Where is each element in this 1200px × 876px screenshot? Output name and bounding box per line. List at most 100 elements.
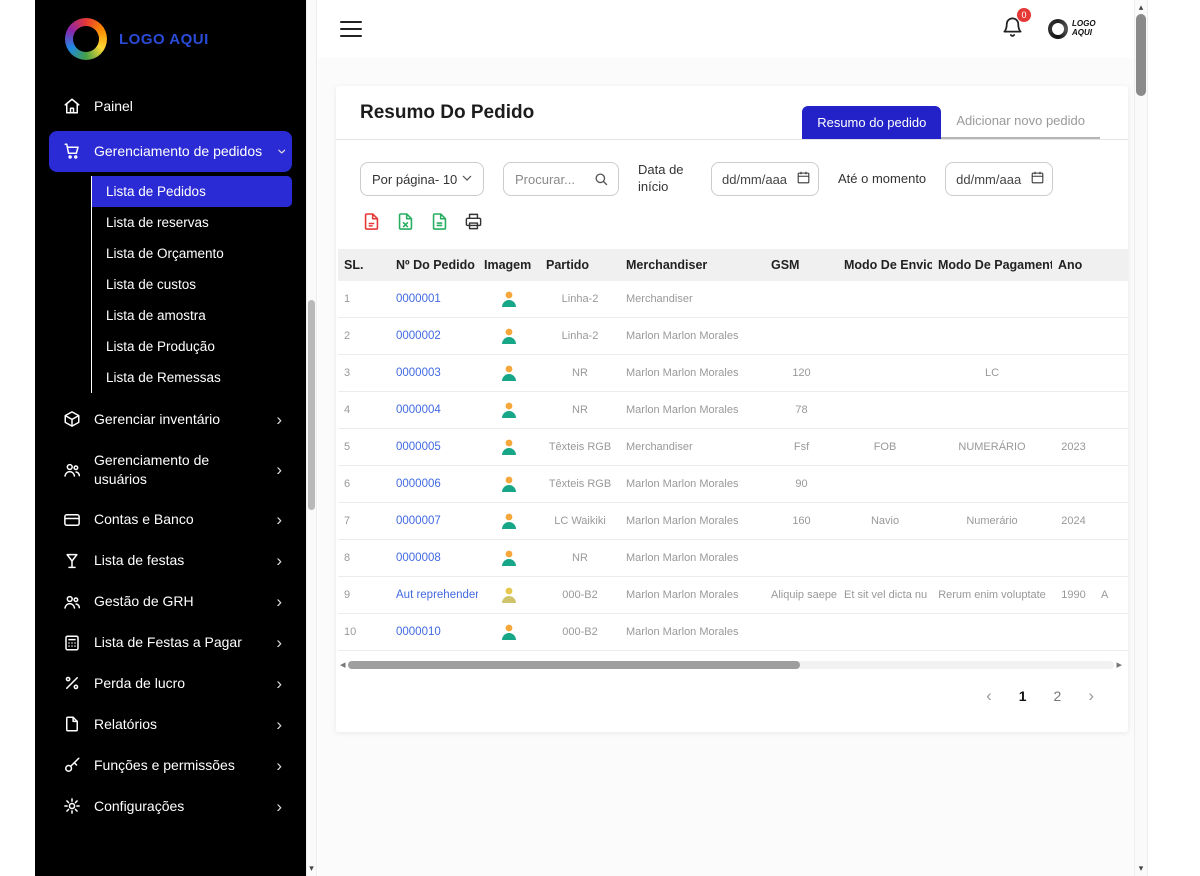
order-link[interactable]: 0000010 — [396, 626, 441, 638]
order-link[interactable]: Aut reprehenderit ve — [396, 589, 478, 601]
sidebar-subitem[interactable]: Lista de reservas — [92, 207, 292, 238]
cell-image — [478, 429, 540, 466]
sidebar-logo[interactable]: LOGO AQUI — [35, 0, 306, 80]
sidebar-item-gerenciamento-de-pedidos[interactable]: Gerenciamento de pedidos› — [49, 131, 292, 172]
export-toolbar — [336, 196, 1128, 247]
sidebar-item-lista-de-festas-a-pagar[interactable]: Lista de Festas a Pagar› — [49, 622, 292, 663]
roles-icon — [63, 756, 81, 774]
horizontal-scrollbar[interactable]: ◂ ▸ — [338, 659, 1124, 671]
end-date-input[interactable]: dd/mm/aaa — [945, 162, 1053, 196]
export-csv-button[interactable] — [428, 213, 450, 235]
sidebar-subitem[interactable]: Lista de amostra — [92, 300, 292, 331]
tab-resumo-do-pedido[interactable]: Resumo do pedido — [802, 106, 941, 139]
sidebar-item-label: Relatórios — [94, 715, 263, 734]
next-page-button[interactable]: › — [1088, 687, 1094, 704]
brand-logo[interactable]: LOGO AQUI — [1048, 19, 1114, 39]
cell-image — [478, 281, 540, 318]
menu-toggle-button[interactable] — [336, 17, 366, 41]
sidebar-item-perda-de-lucro[interactable]: Perda de lucro› — [49, 663, 292, 704]
sidebar-item-configuracoes[interactable]: Configurações› — [49, 786, 292, 827]
cell-modo-pagamento — [932, 540, 1052, 577]
sidebar-item-painel[interactable]: Painel — [49, 86, 292, 127]
cell-partido: Têxteis RGB — [540, 429, 620, 466]
bell-icon — [1001, 25, 1024, 42]
order-link[interactable]: 0000003 — [396, 367, 441, 379]
order-link[interactable]: 0000006 — [396, 478, 441, 490]
cell-image — [478, 392, 540, 429]
cell-merchandiser: Merchandiser — [620, 429, 765, 466]
topbar: 0 LOGO AQUI — [318, 0, 1134, 58]
search-input[interactable] — [515, 172, 589, 187]
table-row: 30000003NRMarlon Marlon Morales120LC — [338, 355, 1128, 392]
sidebar-subitem[interactable]: Lista de Produção — [92, 331, 292, 362]
sidebar-subitem[interactable]: Lista de Pedidos — [92, 176, 292, 207]
search-box — [503, 162, 619, 196]
export-excel-button[interactable] — [394, 213, 416, 235]
sidebar-subitem[interactable]: Lista de custos — [92, 269, 292, 300]
order-link[interactable]: 0000008 — [396, 552, 441, 564]
scrollbar-thumb[interactable] — [308, 300, 315, 510]
cell-ano — [1052, 614, 1095, 651]
column-header: Partido — [540, 249, 620, 281]
print-button[interactable] — [462, 213, 484, 235]
export-pdf-button[interactable] — [360, 213, 382, 235]
table-row: 9Aut reprehenderit ve000-B2Marlon Marlon… — [338, 577, 1128, 614]
per-page-select[interactable]: Por página- 10 — [360, 162, 484, 196]
calendar-icon — [1030, 170, 1045, 188]
sidebar-item-funcoes-e-permissoes[interactable]: Funções e permissões› — [49, 745, 292, 786]
order-link[interactable]: 0000002 — [396, 330, 441, 342]
order-link[interactable]: 0000001 — [396, 293, 441, 305]
scroll-down-icon[interactable]: ▾ — [1135, 863, 1147, 874]
scroll-up-icon[interactable]: ▴ — [1135, 2, 1147, 13]
pagination: ‹ 1 2 › — [336, 671, 1128, 704]
scrollbar-thumb[interactable] — [348, 661, 800, 669]
scrollbar-thumb[interactable] — [1136, 14, 1146, 96]
cell-extra — [1095, 281, 1128, 318]
cell-order-no: 0000007 — [390, 503, 478, 540]
page-2-button[interactable]: 2 — [1054, 688, 1062, 704]
tab-adicionar-novo-pedido[interactable]: Adicionar novo pedido — [941, 104, 1100, 139]
cell-ano — [1052, 540, 1095, 577]
sidebar-item-label: Perda de lucro — [94, 674, 263, 693]
order-link[interactable]: 0000004 — [396, 404, 441, 416]
cell-order-no: 0000008 — [390, 540, 478, 577]
scroll-down-icon[interactable]: ▾ — [307, 863, 316, 874]
avatar-icon — [499, 622, 519, 642]
chevron-right-icon: › — [276, 411, 286, 428]
order-link[interactable]: 0000005 — [396, 441, 441, 453]
start-date-input[interactable]: dd/mm/aaa — [711, 162, 819, 196]
sidebar-item-lista-de-festas[interactable]: Lista de festas› — [49, 540, 292, 581]
scroll-right-icon[interactable]: ▸ — [1114, 660, 1124, 671]
sidebar-item-gerenciamento-de-usuarios[interactable]: Gerenciamento de usuários› — [49, 440, 292, 500]
sidebar-item-contas-e-banco[interactable]: Contas e Banco› — [49, 499, 292, 540]
cell-modo-envio — [838, 614, 932, 651]
filters-row: Por página- 10 Data de início dd/mm/aaa … — [336, 140, 1128, 196]
cell-sl: 7 — [338, 503, 390, 540]
scroll-left-icon[interactable]: ◂ — [338, 660, 348, 671]
cell-modo-envio — [838, 281, 932, 318]
sidebar-subitem[interactable]: Lista de Remessas — [92, 362, 292, 393]
avatar-icon — [499, 511, 519, 531]
avatar-icon — [499, 363, 519, 383]
scrollbar-track[interactable] — [348, 661, 1115, 669]
order-link[interactable]: 0000007 — [396, 515, 441, 527]
cell-ano — [1052, 466, 1095, 503]
cell-modo-pagamento: LC — [932, 355, 1052, 392]
printer-icon — [464, 212, 483, 236]
cell-partido: LC Waikiki — [540, 503, 620, 540]
sidebar-item-gestao-de-grh[interactable]: Gestão de GRH› — [49, 581, 292, 622]
sidebar-item-relatorios[interactable]: Relatórios› — [49, 704, 292, 745]
notifications-button[interactable]: 0 — [1001, 15, 1024, 43]
prev-page-button[interactable]: ‹ — [986, 687, 992, 704]
sidebar-subitem[interactable]: Lista de Orçamento — [92, 238, 292, 269]
page-1-button[interactable]: 1 — [1019, 688, 1027, 704]
table-container: SL.Nº Do PedidoImagemPartidoMerchandiser… — [338, 249, 1128, 651]
page-scrollbar[interactable]: ▴ ▾ — [1134, 0, 1148, 876]
sidebar-item-gerenciar-inventario[interactable]: Gerenciar inventário› — [49, 399, 292, 440]
cell-sl: 8 — [338, 540, 390, 577]
sidebar-item-label: Funções e permissões — [94, 756, 263, 775]
home-icon — [63, 97, 81, 115]
avatar-icon — [499, 289, 519, 309]
sidebar-scrollbar[interactable]: ▾ — [306, 0, 317, 876]
sidebar-item-label: Gerenciamento de usuários — [94, 451, 263, 489]
